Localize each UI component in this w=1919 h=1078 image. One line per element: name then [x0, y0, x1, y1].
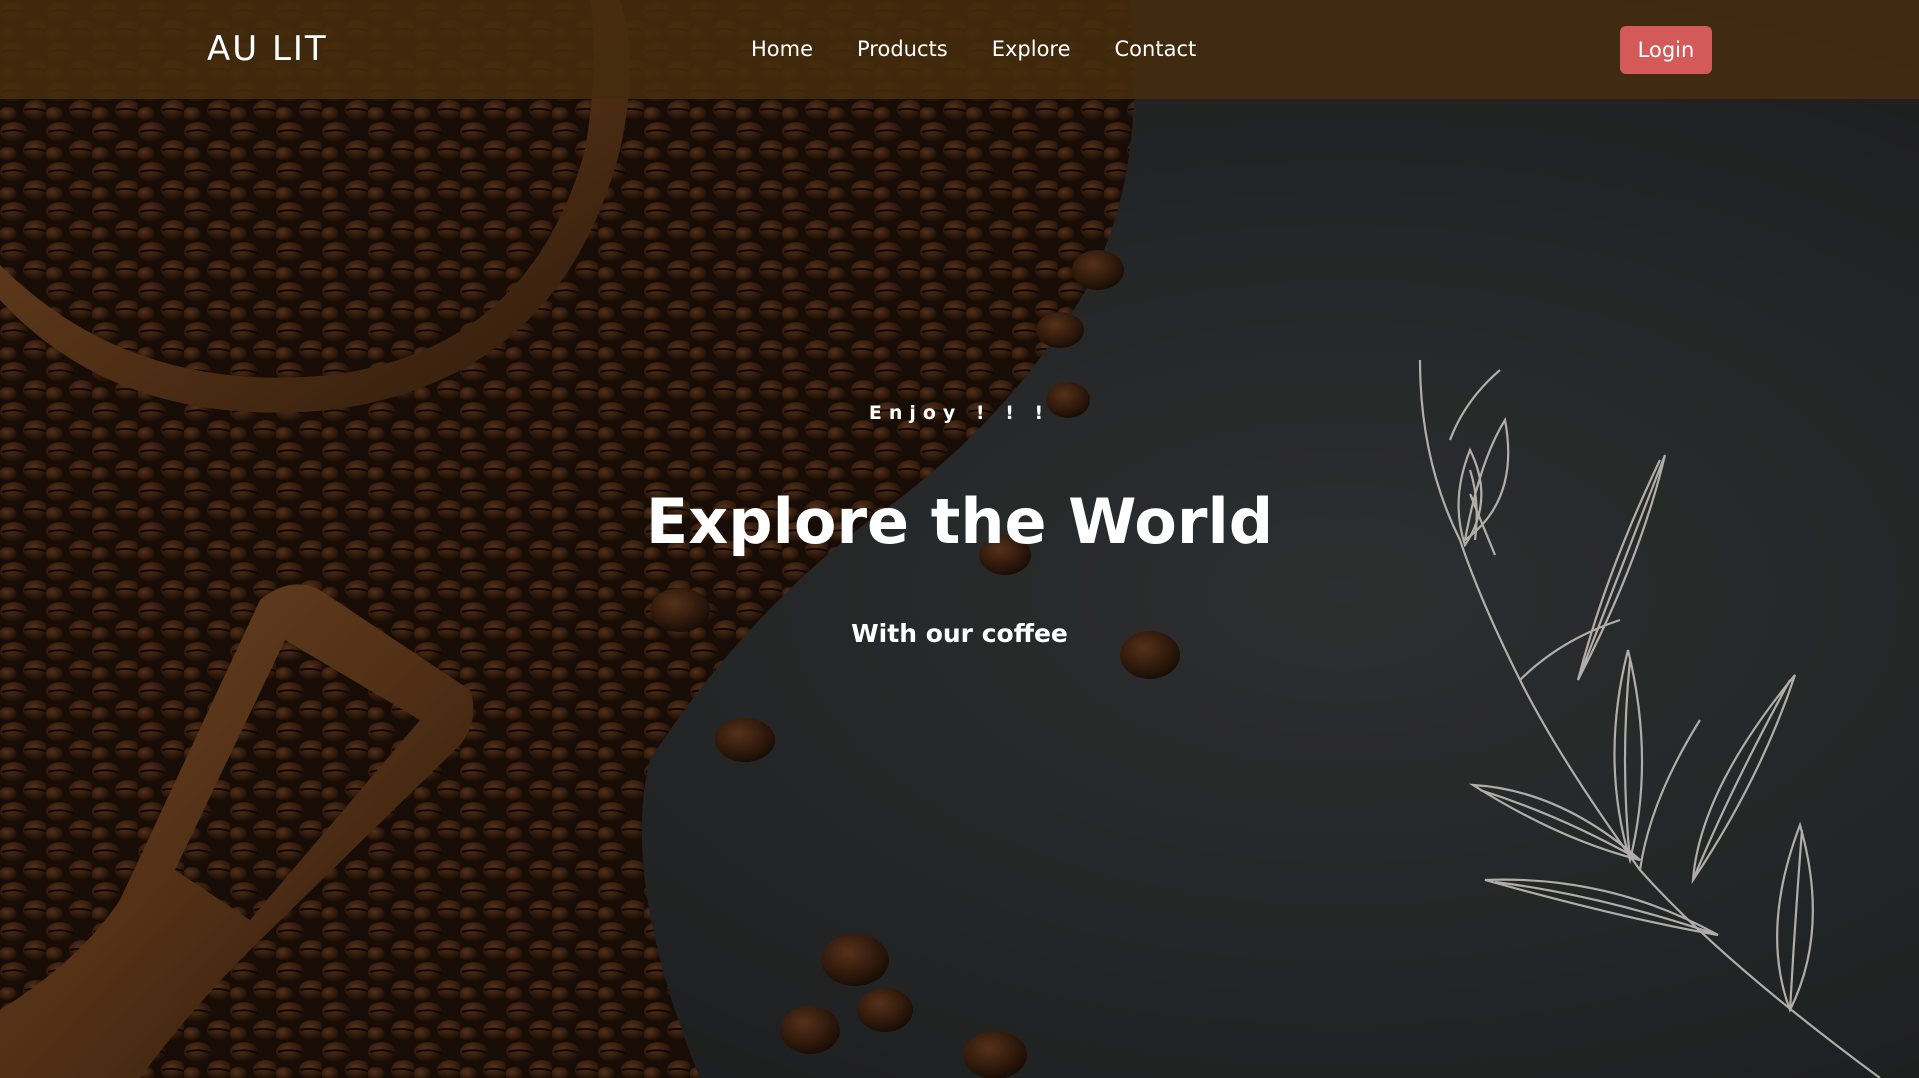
nav-link-products[interactable]: Products	[857, 33, 948, 65]
brand-logo[interactable]: AU LIT	[207, 26, 328, 72]
navbar: AU LIT Home Products Explore Contact Log…	[0, 0, 1919, 99]
nav-link-contact[interactable]: Contact	[1115, 33, 1197, 65]
page: AU LIT Home Products Explore Contact Log…	[0, 0, 1919, 1078]
nav-link-home[interactable]: Home	[751, 33, 813, 65]
nav-links: Home Products Explore Contact	[751, 33, 1196, 65]
login-button[interactable]: Login	[1620, 26, 1712, 74]
nav-link-explore[interactable]: Explore	[992, 33, 1071, 65]
hero-subtitle: With our coffee	[851, 619, 1068, 648]
hero-title: Explore the World	[645, 485, 1274, 558]
hero-eyebrow: Enjoy ! ! !	[868, 402, 1051, 424]
